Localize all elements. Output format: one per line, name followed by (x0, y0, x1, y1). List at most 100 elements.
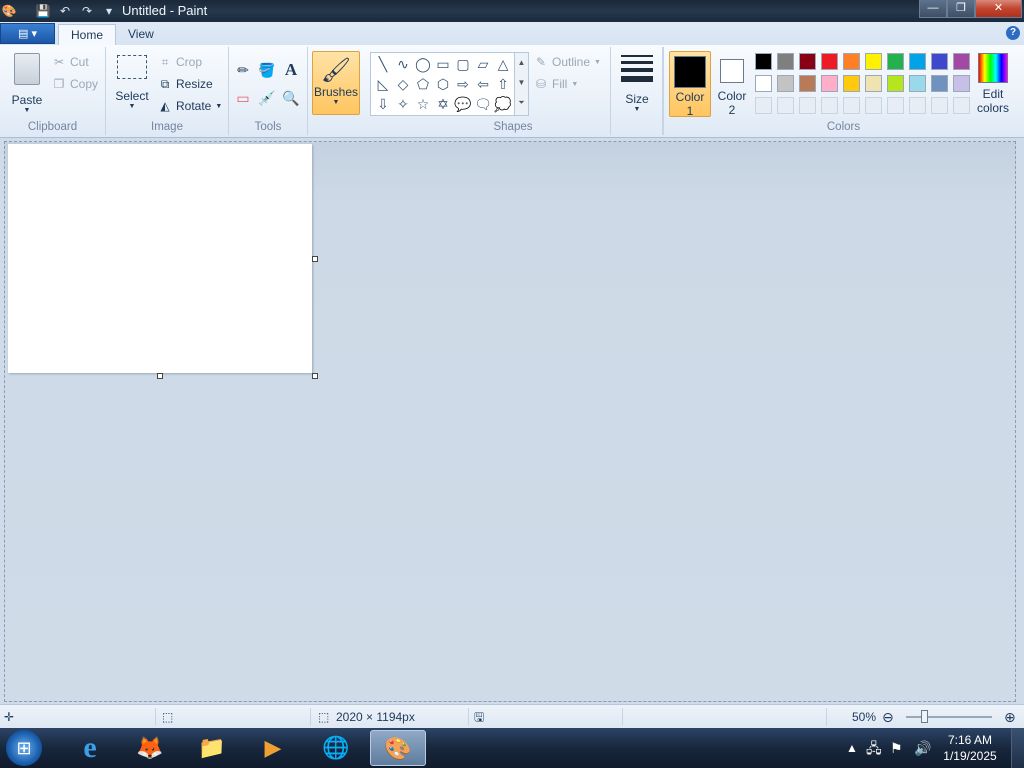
shape-tool-item[interactable]: ▢ (453, 54, 473, 74)
palette-swatch[interactable] (887, 75, 904, 92)
maximize-button[interactable]: ❐ (947, 0, 975, 18)
shape-tool-item[interactable]: ⇧ (493, 74, 513, 94)
tab-home[interactable]: Home (58, 24, 117, 47)
show-hidden-icons[interactable]: ▲ (846, 728, 858, 768)
shape-tool-item[interactable]: 💬 (453, 94, 473, 114)
shape-tool-item[interactable]: ◺ (373, 74, 393, 94)
zoom-slider-thumb[interactable] (920, 710, 928, 723)
custom-color-slot[interactable] (821, 97, 838, 114)
volume-icon[interactable]: 🔊 (914, 728, 931, 768)
brushes-button[interactable]: 🖌 Brushes ▼ (312, 51, 360, 115)
custom-color-slot[interactable] (799, 97, 816, 114)
palette-swatch[interactable] (843, 75, 860, 92)
shapes-gallery[interactable]: ╲ ∿ ◯ ▭ ▢ ▱ △ ◺ ◇ ⬠ ⬡ ⇨ ⇦ ⇧ ⇩ ✧ ☆ ✡ 💬 🗨 💭 (370, 52, 516, 116)
firefox-icon[interactable]: 🦊 (122, 730, 178, 766)
shape-tool-item[interactable]: ⬡ (433, 74, 453, 94)
undo-icon[interactable]: ↶ (56, 2, 74, 20)
palette-swatch[interactable] (953, 53, 970, 70)
paste-button[interactable]: Paste ▼ (8, 53, 46, 114)
color-picker-icon[interactable]: 💉 (256, 87, 278, 109)
custom-color-slot[interactable] (755, 97, 772, 114)
palette-swatch[interactable] (865, 53, 882, 70)
shape-tool-item[interactable]: ☆ (413, 94, 433, 114)
select-button[interactable]: Select ▼ (112, 55, 152, 110)
palette-swatch[interactable] (799, 75, 816, 92)
zoom-in-icon[interactable]: ⊕ (1004, 705, 1016, 729)
resize-handle-right[interactable] (312, 256, 318, 262)
network-icon[interactable]: 🖧 (866, 728, 882, 768)
zoom-slider[interactable] (906, 710, 992, 723)
help-icon[interactable]: ? (1006, 26, 1020, 40)
palette-swatch[interactable] (821, 53, 838, 70)
browser-globe-icon[interactable]: 🌐 (308, 730, 364, 766)
custom-color-slot[interactable] (865, 97, 882, 114)
shape-tool-item[interactable]: ◯ (413, 54, 433, 74)
drawing-canvas[interactable] (8, 144, 312, 373)
media-player-icon[interactable]: ▶ (245, 730, 301, 766)
fill-button[interactable]: ⛁ Fill ▼ (534, 77, 578, 91)
start-button[interactable]: ⊞ (6, 730, 42, 766)
shape-tool-item[interactable]: ⇩ (373, 94, 393, 114)
shape-tool-item[interactable]: ⇨ (453, 74, 473, 94)
scroll-up-icon[interactable]: ▲ (515, 53, 528, 73)
redo-icon[interactable]: ↷ (78, 2, 96, 20)
shape-tool-item[interactable]: ⬠ (413, 74, 433, 94)
shape-tool-item[interactable]: 💭 (493, 94, 513, 114)
edit-colors-button[interactable]: Edit colors (973, 53, 1013, 115)
outline-button[interactable]: ✎ Outline ▼ (534, 55, 601, 69)
palette-swatch[interactable] (799, 53, 816, 70)
gallery-expand-icon[interactable]: ⏷ (515, 93, 528, 113)
shape-tool-item[interactable]: △ (493, 54, 513, 74)
shape-tool-item[interactable]: ✧ (393, 94, 413, 114)
rotate-button[interactable]: ◭ Rotate ▼ (158, 99, 222, 113)
close-button[interactable]: ✕ (975, 0, 1022, 18)
resize-button[interactable]: ⧉ Resize (158, 77, 213, 91)
palette-swatch[interactable] (931, 75, 948, 92)
shape-tool-item[interactable]: ∿ (393, 54, 413, 74)
shape-tool-item[interactable]: ╲ (373, 54, 393, 74)
cut-button[interactable]: ✂ Cut (52, 55, 89, 69)
minimize-button[interactable]: — (919, 0, 947, 18)
color2-button[interactable]: Color 2 (713, 51, 751, 117)
paint-app-icon[interactable]: 🎨 (0, 2, 18, 20)
custom-color-slot[interactable] (931, 97, 948, 114)
color1-button[interactable]: Color 1 (669, 51, 711, 118)
palette-swatch[interactable] (821, 75, 838, 92)
custom-color-slot[interactable] (777, 97, 794, 114)
palette-swatch[interactable] (777, 53, 794, 70)
palette-swatch[interactable] (953, 75, 970, 92)
palette-swatch[interactable] (909, 75, 926, 92)
pencil-icon[interactable]: ✏ (232, 59, 254, 81)
fill-bucket-icon[interactable]: 🪣 (256, 59, 278, 81)
app-menu-button[interactable]: ▤ ▾ (0, 23, 55, 44)
magnifier-icon[interactable]: 🔍 (280, 87, 302, 109)
copy-button[interactable]: ❐ Copy (52, 77, 98, 91)
show-desktop-button[interactable] (1011, 728, 1024, 768)
paint-taskbar-icon[interactable]: 🎨 (370, 730, 426, 766)
customize-qat-icon[interactable]: ▾ (100, 2, 118, 20)
save-icon[interactable]: 💾 (34, 2, 52, 20)
custom-color-slot[interactable] (887, 97, 904, 114)
palette-swatch[interactable] (865, 75, 882, 92)
file-explorer-icon[interactable]: 📁 (184, 730, 240, 766)
system-clock[interactable]: 7:16 AM 1/19/2025 (940, 732, 1000, 764)
palette-swatch[interactable] (843, 53, 860, 70)
resize-handle-corner[interactable] (312, 373, 318, 379)
palette-swatch[interactable] (887, 53, 904, 70)
custom-color-slot[interactable] (953, 97, 970, 114)
custom-color-slot[interactable] (843, 97, 860, 114)
tab-view[interactable]: View (116, 24, 166, 45)
action-center-flag-icon[interactable]: ⚑ (890, 728, 903, 768)
palette-swatch[interactable] (909, 53, 926, 70)
shape-tool-item[interactable]: ⇦ (473, 74, 493, 94)
shape-tool-item[interactable]: ▭ (433, 54, 453, 74)
custom-color-slot[interactable] (909, 97, 926, 114)
palette-swatch[interactable] (755, 75, 772, 92)
zoom-out-icon[interactable]: ⊖ (882, 705, 894, 729)
eraser-icon[interactable]: ▭ (232, 87, 254, 109)
internet-explorer-icon[interactable]: e (62, 730, 118, 766)
palette-swatch[interactable] (755, 53, 772, 70)
shape-tool-item[interactable]: ▱ (473, 54, 493, 74)
resize-handle-bottom[interactable] (157, 373, 163, 379)
shape-tool-item[interactable]: ◇ (393, 74, 413, 94)
